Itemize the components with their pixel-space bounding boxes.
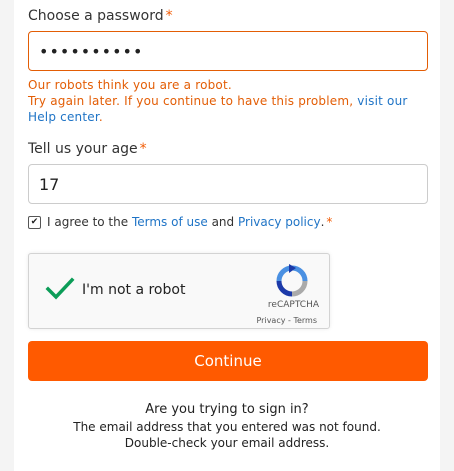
checkmark-icon[interactable] — [45, 276, 75, 302]
terms-prefix: I agree to the — [47, 215, 129, 229]
terms-and: and — [211, 215, 235, 229]
signin-message-2: Double-check your email address. — [124, 436, 330, 450]
privacy-policy-link[interactable]: Privacy policy — [238, 215, 321, 229]
signin-message-1: The email address that you entered was n… — [73, 420, 381, 434]
recaptcha-logo-icon — [276, 264, 308, 297]
continue-button[interactable]: Continue — [28, 341, 428, 381]
captcha-label: I'm not a robot — [82, 282, 186, 298]
error-line-1: Our robots think you are a robot. — [28, 78, 232, 92]
terms-row: ✔ I agree to the Terms of use and Privac… — [28, 213, 332, 231]
recaptcha-links[interactable]: Privacy - Terms — [257, 316, 318, 325]
password-label: Choose a password * — [28, 8, 173, 24]
age-field[interactable] — [28, 164, 428, 204]
age-label-text: Tell us your age — [28, 141, 138, 157]
terms-checkbox[interactable]: ✔ — [28, 215, 41, 229]
password-field[interactable] — [28, 31, 428, 71]
error-end: . — [98, 110, 103, 124]
password-label-text: Choose a password — [28, 8, 164, 24]
terms-end: . — [320, 215, 325, 229]
error-message: Our robots think you are a robot. Try ag… — [28, 77, 428, 125]
signup-form: Choose a password* Our robots think you … — [14, 0, 440, 471]
signin-question: Are you trying to sign in? — [145, 402, 309, 417]
terms-of-use-link[interactable]: Terms of use — [132, 215, 208, 229]
recaptcha-brand: reCAPTCHA — [267, 300, 319, 310]
signin-hint: Are you trying to sign in? The email add… — [14, 400, 440, 451]
required-mark: * — [165, 8, 173, 24]
recaptcha-widget: I'm not a robot reCAPTCHA Privacy - Term… — [28, 253, 330, 329]
error-line-2: Try again later. If you continue to have… — [28, 94, 354, 108]
required-mark: * — [326, 215, 333, 229]
age-label: Tell us your age * — [28, 141, 147, 157]
required-mark: * — [139, 141, 147, 157]
